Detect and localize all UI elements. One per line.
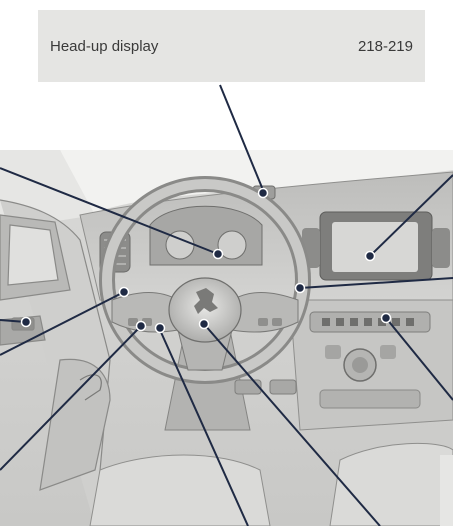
- endpoint-steering-lower: [154, 322, 166, 334]
- endpoint-steering-left: [118, 286, 130, 298]
- steering-wheel-hub: [168, 277, 242, 343]
- endpoint-door-controls: [20, 316, 32, 328]
- endpoint-center-console: [380, 312, 392, 324]
- endpoint-instrument-panel: [212, 248, 224, 260]
- endpoint-right-control: [294, 282, 306, 294]
- endpoint-steering-controls: [135, 320, 147, 332]
- endpoint-touch-screen: [364, 250, 376, 262]
- dashboard-illustration: [0, 84, 453, 526]
- endpoint-head-up-display: [257, 187, 269, 199]
- endpoint-horn-airbag: [198, 318, 210, 330]
- touch-screen: [332, 222, 418, 272]
